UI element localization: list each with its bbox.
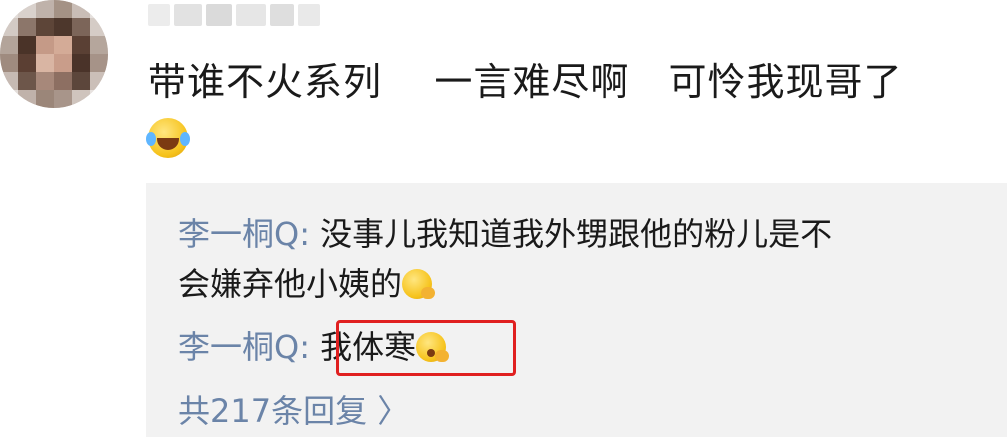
laugh-mouth (157, 138, 179, 150)
avatar[interactable] (0, 0, 108, 108)
reply-user-link[interactable]: 李一桐Q: (178, 215, 310, 253)
blur-block (270, 4, 294, 26)
blur-block (298, 4, 320, 26)
highlight-box (336, 320, 516, 376)
reply-text: 会嫌弃他小姨的 (178, 265, 403, 303)
emoji-hand (421, 287, 436, 299)
blur-block (236, 4, 266, 26)
blur-block (206, 4, 232, 26)
reply-user-link[interactable]: 李一桐Q: (178, 328, 310, 366)
tear-right (180, 132, 190, 146)
reply-1-line-2: 会嫌弃他小姨的 (178, 262, 436, 306)
laughing-crying-emoji-icon (146, 118, 190, 158)
thinking-emoji-icon (402, 269, 436, 299)
blur-block (148, 4, 170, 26)
comment-text: 带谁不火系列 一言难尽啊 可怜我现哥了 (148, 60, 903, 104)
reply-1-line-1: 李一桐Q: 没事儿我知道我外甥跟他的粉儿是不 (178, 212, 832, 256)
reply-text: 没事儿我知道我外甥跟他的粉儿是不 (309, 215, 833, 253)
tear-left (146, 132, 156, 146)
blur-block (174, 4, 202, 26)
username-blurred[interactable] (148, 2, 324, 28)
more-replies-link[interactable]: 共217条回复 〉 (178, 389, 409, 433)
